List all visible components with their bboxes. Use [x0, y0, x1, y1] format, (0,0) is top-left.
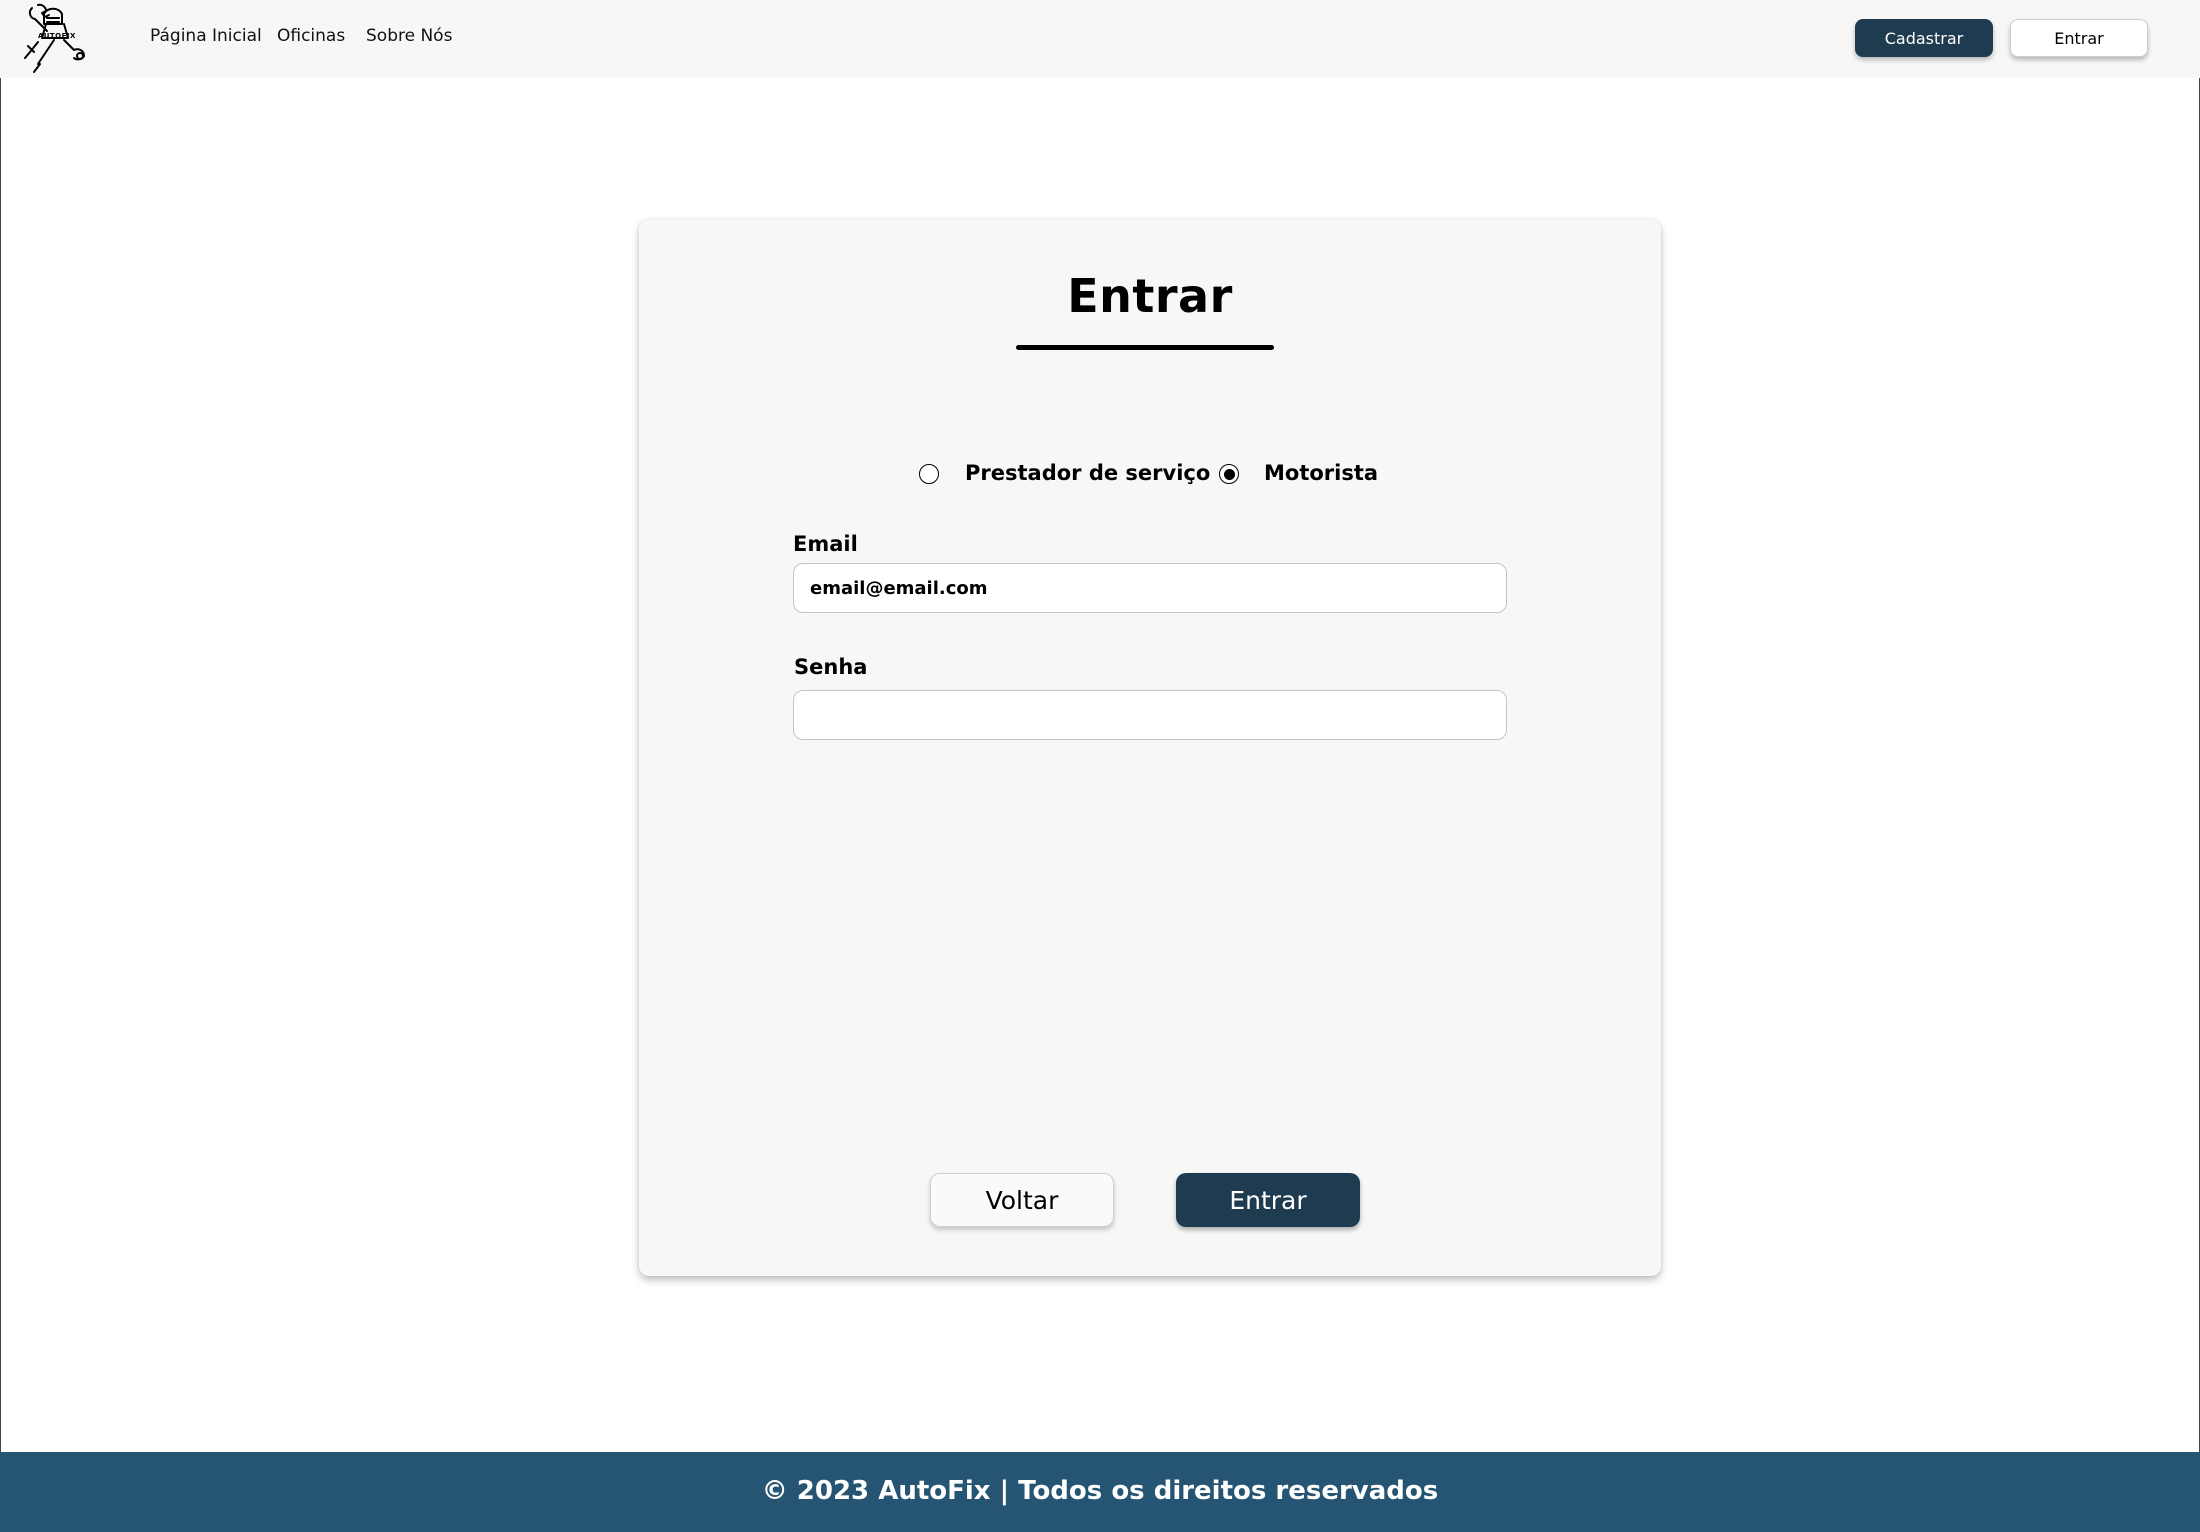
title-underline	[1016, 345, 1274, 350]
radio-driver-label[interactable]: Motorista	[1264, 461, 1378, 485]
login-nav-button[interactable]: Entrar	[2010, 19, 2148, 57]
page-title: Entrar	[1067, 269, 1233, 323]
nav-link-workshops[interactable]: Oficinas	[277, 26, 345, 46]
mechanic-tools-logo-icon[interactable]: AUTOFIX	[24, 2, 94, 76]
email-label: Email	[793, 532, 858, 556]
password-input[interactable]	[793, 690, 1507, 740]
email-input[interactable]	[793, 563, 1507, 613]
footer: © 2023 AutoFix | Todos os direitos reser…	[0, 1452, 2200, 1532]
nav-link-about[interactable]: Sobre Nós	[366, 26, 452, 46]
radio-driver[interactable]	[1219, 464, 1239, 484]
password-label: Senha	[794, 655, 868, 679]
login-card: Entrar Prestador de serviço Motorista Em…	[639, 219, 1661, 1276]
radio-service-provider-label[interactable]: Prestador de serviço	[965, 461, 1210, 485]
radio-service-provider[interactable]	[919, 464, 939, 484]
submit-login-button[interactable]: Entrar	[1176, 1173, 1360, 1227]
logo-text: AUTOFIX	[38, 32, 76, 40]
user-type-radio-group: Prestador de serviço Motorista	[639, 459, 1661, 489]
nav-link-home[interactable]: Página Inicial	[150, 26, 262, 46]
footer-copyright: © 2023 AutoFix | Todos os direitos reser…	[761, 1476, 1439, 1506]
page-border-left	[0, 0, 1, 1532]
back-button[interactable]: Voltar	[930, 1173, 1114, 1227]
top-navbar: AUTOFIX Página Inicial Oficinas Sobre Nó…	[0, 0, 2200, 78]
register-button[interactable]: Cadastrar	[1855, 19, 1993, 57]
